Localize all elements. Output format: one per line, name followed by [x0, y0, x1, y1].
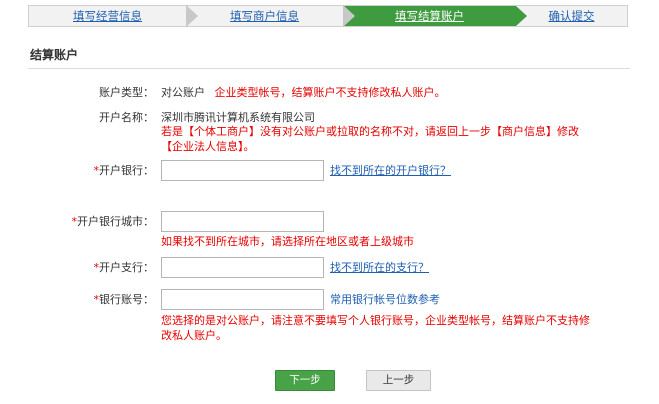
bank-not-found-link[interactable]: 找不到所在的开户银行？: [330, 162, 451, 178]
account-name-warning: 若是【个体工商户】没有对公账户或拉取的名称不对，请返回上一步【商户信息】修改 【…: [161, 124, 631, 154]
step-progress-bar: 填写经营信息 填写商户信息 填写结算账户 确认提交: [28, 5, 628, 27]
account-type-text: 对公账户: [161, 86, 205, 99]
bank-input[interactable]: [161, 160, 324, 181]
step-merchant-info-link[interactable]: 填写商户信息: [230, 9, 299, 23]
prev-step-button[interactable]: 上一步: [366, 370, 431, 391]
account-number-warning: 您选择的是对公账户，请注意不要填写个人银行账号，企业类型帐号，结算账户不支持修 …: [161, 313, 631, 343]
bank-city-hint: 如果找不到所在城市，请选择所在地区或者上级城市: [161, 235, 414, 248]
step-settlement-account: 填写结算账户: [343, 6, 527, 26]
branch-not-found-link[interactable]: 找不到所在的支行？: [330, 259, 429, 275]
step-confirm-submit[interactable]: 确认提交: [516, 6, 627, 26]
section-title: 结算账户: [30, 48, 79, 62]
account-name-value: 深圳市腾讯计算机系统有限公司: [161, 111, 315, 124]
step-separator-arrow: [343, 5, 355, 27]
step-settlement-account-label: 填写结算账户: [395, 9, 464, 23]
account-name-warning-line1: 若是【个体工商户】没有对公账户或拉取的名称不对，请返回上一步【商户信息】修改: [161, 125, 579, 138]
account-number-label-text: 银行账号：: [99, 293, 154, 306]
bank-city-label: *开户银行城市：: [72, 213, 155, 229]
bank-city-label-text: 开户银行城市：: [77, 215, 154, 228]
step-merchant-info[interactable]: 填写商户信息: [186, 5, 355, 27]
section-divider: [28, 68, 630, 69]
account-number-digits-hint: 常用银行帐号位数参考: [330, 293, 440, 306]
account-number-warning-line2: 改私人账户。: [161, 329, 227, 342]
step-active-arrow: [516, 6, 527, 26]
account-number-label: *银行账号：: [94, 291, 155, 307]
account-name-warning-line2: 【企业法人信息】。: [161, 140, 255, 153]
bank-label-text: 开户银行：: [99, 164, 154, 177]
account-type-label: 账户类型：: [99, 86, 154, 99]
step-business-info[interactable]: 填写经营信息: [29, 5, 198, 27]
branch-input[interactable]: [161, 257, 324, 278]
step-confirm-submit-link[interactable]: 确认提交: [549, 9, 595, 23]
account-type-value: 对公账户 企业类型帐号，结算账户不支持修改私人账户。: [161, 84, 446, 100]
step-business-info-link[interactable]: 填写经营信息: [73, 9, 142, 23]
bank-label: *开户银行：: [94, 162, 155, 178]
branch-label: *开户支行：: [94, 259, 155, 275]
account-number-input[interactable]: [161, 289, 324, 310]
account-type-note: 企业类型帐号，结算账户不支持修改私人账户。: [214, 86, 446, 99]
bank-city-input[interactable]: [161, 211, 324, 232]
next-step-button[interactable]: 下一步: [275, 370, 335, 391]
account-number-warning-line1: 您选择的是对公账户，请注意不要填写个人银行账号，企业类型帐号，结算账户不支持修: [161, 314, 590, 327]
step-separator-arrow: [186, 5, 198, 27]
account-name-label: 开户名称：: [99, 111, 154, 124]
branch-label-text: 开户支行：: [99, 261, 154, 274]
